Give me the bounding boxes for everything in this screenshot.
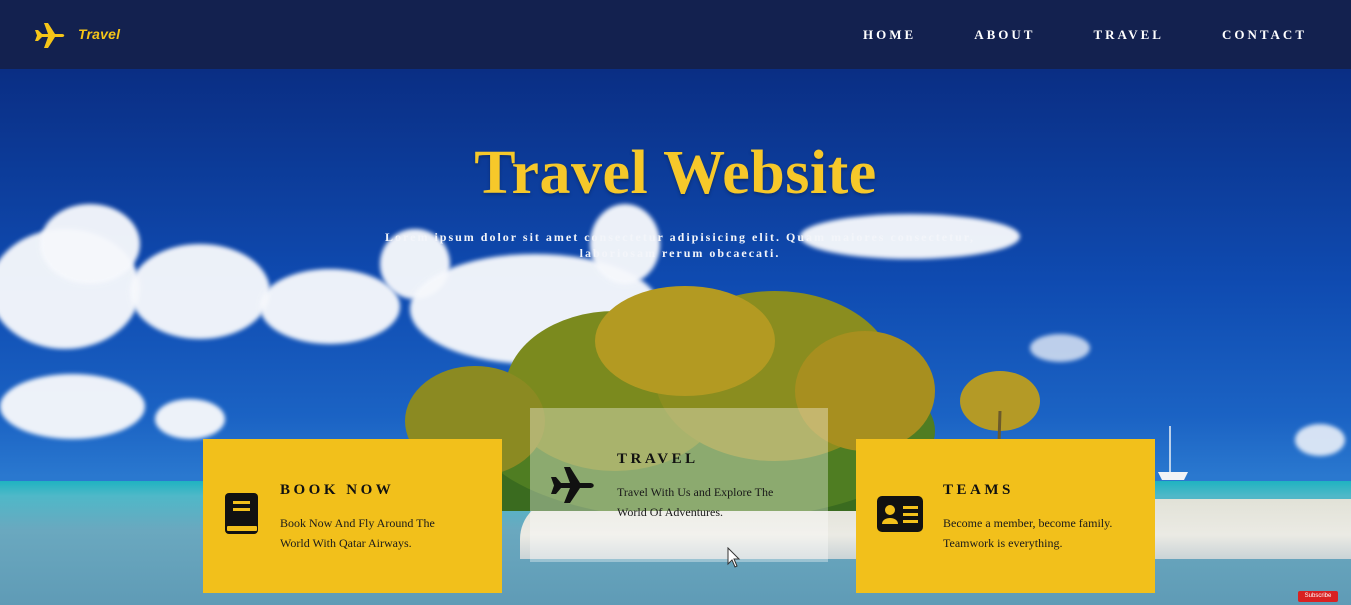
card-title: TRAVEL [617, 451, 699, 467]
cloud [0, 374, 145, 439]
airplane-icon [35, 23, 65, 48]
card-text: Become a member, become family. Teamwork… [943, 513, 1112, 553]
card-text-line2: World With Qatar Airways. [280, 536, 412, 550]
card-text-line1: Travel With Us and Explore The [617, 485, 774, 499]
id-card-icon [877, 496, 923, 532]
hero-subtitle: Lorem ipsum dolor sit amet consectetur a… [335, 229, 1025, 261]
card-text: Travel With Us and Explore The World Of … [617, 482, 773, 522]
card-travel[interactable]: TRAVEL Travel With Us and Explore The Wo… [530, 408, 828, 562]
nav-about[interactable]: ABOUT [974, 27, 1035, 43]
logo[interactable]: Travel [33, 18, 120, 50]
cloud [260, 269, 400, 344]
cloud [130, 244, 270, 339]
card-title: TEAMS [943, 482, 1014, 498]
mouse-cursor-icon [727, 547, 741, 568]
youtube-subscribe-badge[interactable]: Subscribe [1298, 591, 1338, 602]
hero-title: Travel Website [474, 139, 877, 207]
hero-subtitle-line2: laboriosam rerum obcaecati. [579, 246, 781, 260]
navbar: Travel HOME ABOUT TRAVEL CONTACT [0, 0, 1351, 69]
airplane-icon [551, 467, 594, 503]
book-icon [225, 493, 258, 534]
nav-contact[interactable]: CONTACT [1222, 27, 1307, 43]
cloud [1295, 424, 1345, 456]
card-teams[interactable]: TEAMS Become a member, become family. Te… [856, 439, 1155, 593]
card-title: BOOK NOW [280, 482, 395, 498]
cloud [155, 399, 225, 439]
nav-travel[interactable]: TRAVEL [1093, 27, 1164, 43]
sailboat [1158, 426, 1188, 480]
card-text-line2: Teamwork is everything. [943, 536, 1063, 550]
cloud [40, 204, 140, 284]
main-nav: HOME ABOUT TRAVEL CONTACT [805, 0, 1307, 69]
card-text-line1: Become a member, become family. [943, 516, 1113, 530]
card-book-now[interactable]: BOOK NOW Book Now And Fly Around The Wor… [203, 439, 502, 593]
card-text-line2: World Of Adventures. [617, 505, 724, 519]
card-text-line1: Book Now And Fly Around The [280, 516, 435, 530]
hero-subtitle-line1: Lorem ipsum dolor sit amet consectetur a… [385, 230, 975, 244]
card-text: Book Now And Fly Around The World With Q… [280, 513, 435, 553]
nav-home[interactable]: HOME [863, 27, 916, 43]
logo-text: Travel [78, 26, 121, 42]
